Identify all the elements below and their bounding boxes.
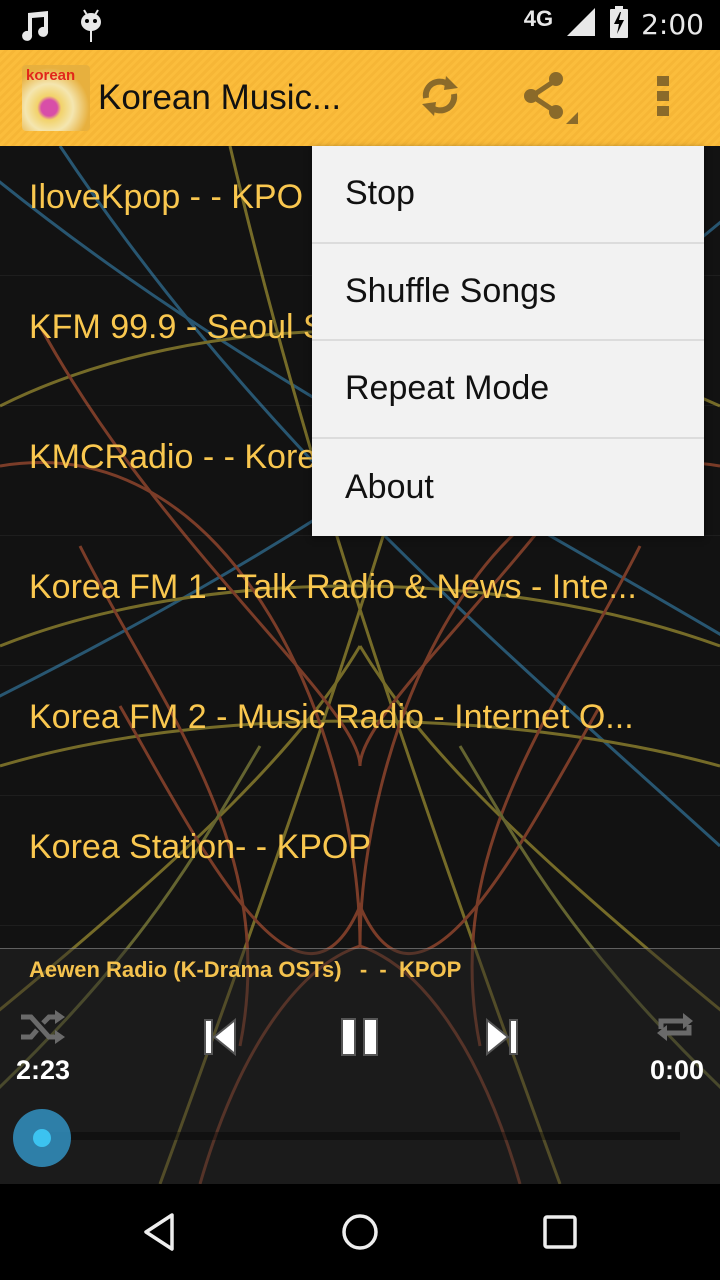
home-icon — [340, 1212, 380, 1257]
previous-button[interactable] — [198, 1017, 242, 1061]
menu-item-shuffle-songs[interactable]: Shuffle Songs — [312, 244, 704, 341]
station-name: Korea FM 2 - Music Radio - Internet O... — [29, 698, 634, 736]
station-list-item[interactable]: Korea FM 1 - Talk Radio & News - Inte... — [0, 536, 720, 666]
back-icon — [142, 1212, 178, 1257]
player-panel: Aewen Radio (K-Drama OSTs) - - KPOP 2:23… — [0, 948, 720, 1184]
music-note-icon — [20, 9, 52, 46]
overflow-menu-button[interactable] — [635, 70, 691, 126]
previous-icon — [203, 1017, 237, 1061]
share-icon — [518, 66, 578, 131]
now-playing-title: Aewen Radio (K-Drama OSTs) - - KPOP — [29, 957, 462, 982]
navigation-bar — [0, 1184, 720, 1280]
station-name: KMCRadio - - Kore — [29, 438, 317, 476]
clock: 2:00 — [641, 8, 704, 41]
elapsed-time: 2:23 — [16, 1055, 71, 1085]
station-name: IloveKpop - - KPO — [29, 178, 304, 216]
next-button[interactable] — [480, 1017, 524, 1061]
app-bar: korean Korean Music... — [0, 50, 720, 146]
overflow-menu-icon — [655, 74, 671, 123]
battery-charging-icon — [609, 6, 629, 43]
overflow-menu: Stop Shuffle Songs Repeat Mode About — [312, 146, 704, 536]
total-time: 0:00 — [649, 1055, 704, 1085]
signal-icon — [565, 6, 597, 43]
pause-icon — [340, 1017, 380, 1062]
shuffle-button[interactable] — [18, 1009, 68, 1049]
recents-button[interactable] — [532, 1206, 588, 1262]
share-button[interactable] — [520, 70, 578, 126]
menu-item-stop[interactable]: Stop — [312, 146, 704, 244]
pause-button[interactable] — [337, 1015, 383, 1063]
repeat-icon — [655, 1007, 695, 1052]
refresh-icon — [416, 72, 464, 125]
status-bar: 4G 2:00 — [0, 0, 720, 50]
recents-icon — [542, 1214, 578, 1255]
network-type: 4G — [523, 5, 554, 31]
home-button[interactable] — [332, 1206, 388, 1262]
station-name: KFM 99.9 - Seoul S — [29, 308, 326, 346]
menu-item-repeat-mode[interactable]: Repeat Mode — [312, 341, 704, 439]
menu-item-about[interactable]: About — [312, 439, 704, 537]
seek-bar[interactable] — [50, 1132, 680, 1140]
android-icon — [78, 8, 104, 47]
refresh-button[interactable] — [412, 70, 468, 126]
back-button[interactable] — [132, 1206, 188, 1262]
station-list-item[interactable]: Korea FM 2 - Music Radio - Internet O... — [0, 666, 720, 796]
next-icon — [485, 1017, 519, 1061]
station-list-item[interactable]: Korea Station- - KPOP — [0, 796, 720, 926]
app-logo-text: korean — [26, 67, 76, 84]
repeat-button[interactable] — [652, 1007, 698, 1051]
station-name: Korea Station- - KPOP — [29, 828, 372, 866]
station-name: Korea FM 1 - Talk Radio & News - Inte... — [29, 568, 637, 606]
seek-thumb[interactable] — [13, 1109, 71, 1167]
app-title: Korean Music... — [98, 78, 342, 117]
app-logo: korean — [22, 65, 90, 131]
shuffle-icon — [19, 1009, 67, 1050]
